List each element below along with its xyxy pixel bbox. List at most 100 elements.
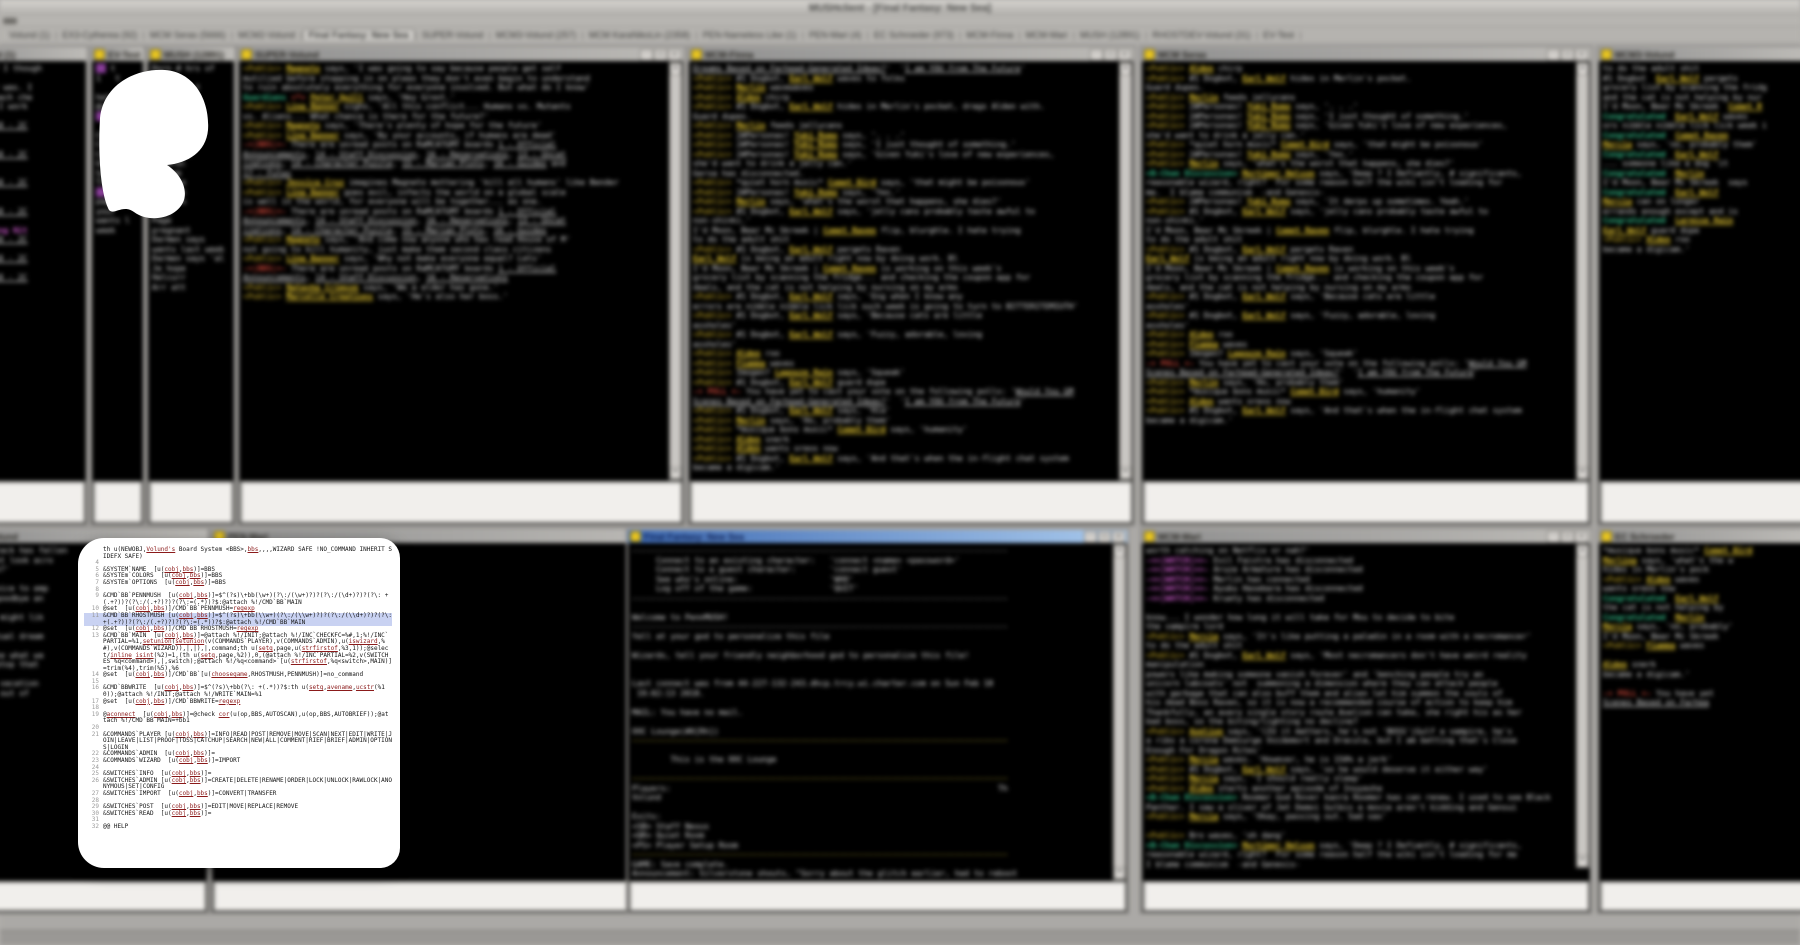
command-input[interactable]	[690, 481, 1132, 523]
scroll-up-icon[interactable]: ▲	[1577, 63, 1588, 75]
mdi-window-mcm-mari[interactable]: MCM-Mari - □ x worth catching on Netflix…	[1140, 528, 1592, 914]
command-input[interactable]	[1143, 881, 1589, 911]
command-input[interactable]	[1600, 881, 1800, 911]
window-titlebar[interactable]: Final Fantasy: New Sea - □ x	[628, 530, 1127, 543]
close-button[interactable]: x	[1575, 531, 1588, 543]
vertical-scrollbar[interactable]: ▲ ▼	[669, 62, 682, 480]
world-tab-2[interactable]: MCM Seras (5666)	[145, 30, 231, 40]
code-link[interactable]: bbs	[154, 671, 165, 678]
code-link[interactable]: bbs	[248, 546, 259, 553]
app-title-bar[interactable]: MUSHclient - [Final Fantasy: New Sea]	[0, 0, 1800, 16]
window-titlebar[interactable]: SUPER-Volund - □ x	[239, 48, 683, 61]
world-tab-1[interactable]: EX3-Cytherea (92)	[57, 30, 142, 40]
code-link[interactable]: bbs	[154, 698, 165, 705]
window-titlebar[interactable]: MCM3-Volund	[1599, 48, 1800, 61]
scroll-down-icon[interactable]: ▼	[1120, 467, 1131, 479]
code-link[interactable]: avename	[327, 684, 352, 691]
vertical-scrollbar[interactable]: ▲ ▼	[1113, 544, 1126, 880]
terminal-output[interactable]: to do the adult shit#1 Dogbot Earl Wolf …	[1600, 62, 1800, 480]
world-tab-0[interactable]: Volund (1)	[4, 30, 55, 40]
code-link[interactable]: regexp	[219, 698, 241, 705]
world-tab-10[interactable]: EC Schroeder (973)	[869, 30, 959, 40]
world-tab-7[interactable]: MCM KaraNikoLin (2358)	[584, 30, 696, 40]
maximize-button[interactable]: □	[1561, 531, 1574, 543]
scroll-down-icon[interactable]: ▼	[1114, 867, 1125, 879]
mdi-window-l[interactable]: EC Schroeder *musique bons music* Comet …	[1597, 528, 1800, 914]
code-link[interactable]: setq	[309, 684, 323, 691]
minimize-button[interactable]: -	[1547, 49, 1560, 61]
minimize-button[interactable]: -	[640, 49, 653, 61]
code-link[interactable]: cobj	[175, 579, 189, 586]
code-link[interactable]: cobj	[136, 671, 150, 678]
code-link[interactable]: bbs	[190, 777, 201, 784]
code-link[interactable]: cobj	[172, 777, 186, 784]
world-tab-3[interactable]: MCM2-Volund	[233, 30, 300, 40]
close-button[interactable]: x	[668, 49, 681, 61]
command-input[interactable]	[629, 881, 1126, 911]
world-tab-6[interactable]: MCM3-Volund (257)	[491, 30, 582, 40]
terminal-output[interactable]: Dreams Based on Farhead-Generated Ideas?…	[690, 62, 1120, 480]
window-titlebar[interactable]: MCM-Mari - □ x	[1142, 530, 1590, 543]
mdi-window-final-fantasy[interactable]: Final Fantasy: New Sea - □ x -----------…	[626, 528, 1129, 914]
command-input[interactable]	[1600, 481, 1800, 523]
command-input[interactable]	[149, 481, 233, 523]
maximize-button[interactable]: □	[1561, 49, 1574, 61]
code-link[interactable]: cobj	[179, 790, 193, 797]
world-tab-14[interactable]: RHOSTDEV-Volund (31)	[1147, 30, 1256, 40]
scroll-up-icon[interactable]: ▲	[670, 63, 681, 75]
scroll-up-icon[interactable]: ▲	[1577, 545, 1588, 557]
terminal-output[interactable]: <Public> Magneto says, 'I was going to s…	[240, 62, 670, 480]
command-input[interactable]	[213, 881, 682, 911]
mdi-window-super-volund[interactable]: SUPER-Volund - □ x <Public> Magneto says…	[237, 46, 685, 526]
close-button[interactable]: x	[1575, 49, 1588, 61]
terminal-output[interactable]: worth catching on Netflix or nah?'-<<|WA…	[1143, 544, 1577, 868]
minimize-button[interactable]: -	[1090, 49, 1103, 61]
maximize-button[interactable]: □	[1098, 531, 1111, 543]
world-tab-8[interactable]: PEN-Nameless Like (1)	[698, 30, 802, 40]
command-input[interactable]	[0, 481, 85, 523]
code-link[interactable]: Volund's	[146, 546, 175, 553]
command-input[interactable]	[240, 481, 682, 523]
terminal-output[interactable]: *musique bons music* Comet BirdMerlina s…	[1600, 544, 1800, 868]
world-tab-11[interactable]: MCM-Finna	[961, 30, 1018, 40]
vertical-scrollbar[interactable]: ▲ ▼	[1576, 62, 1589, 480]
terminal-output[interactable]: <Public> Alden chirp<Public> #1 Dogbot, …	[1143, 62, 1577, 480]
code-link[interactable]: cobj	[179, 757, 193, 764]
mdi-window-g[interactable]: MCM3-Volund to do the adult shit#1 Dogbo…	[1597, 46, 1800, 526]
minimize-button[interactable]: -	[1547, 531, 1560, 543]
world-tab-bar[interactable]: Volund (1)|EX3-Cytherea (92)|MCM Seras (…	[0, 27, 1800, 43]
maximize-button[interactable]: □	[654, 49, 667, 61]
code-link[interactable]: bbs	[197, 790, 208, 797]
code-link[interactable]: strfirstof	[291, 658, 327, 665]
terminal-output[interactable]: ----------------------------------------…	[629, 544, 1114, 880]
world-tab-12[interactable]: MCM-Mari	[1021, 30, 1073, 40]
scroll-down-icon[interactable]: ▼	[1577, 855, 1588, 867]
vertical-scrollbar[interactable]: ▲ ▼	[1576, 544, 1589, 868]
scroll-down-icon[interactable]: ▼	[1577, 467, 1588, 479]
code-link[interactable]: cobj	[172, 810, 186, 817]
window-titlebar[interactable]: MCM-Finna - □ x	[689, 48, 1133, 61]
vertical-scrollbar[interactable]: ▲ ▼	[1119, 62, 1132, 480]
window-titlebar[interactable]: EC Schroeder	[1599, 530, 1800, 543]
scroll-down-icon[interactable]: ▼	[670, 467, 681, 479]
code-link[interactable]: bbs	[193, 579, 204, 586]
code-link[interactable]: ucstr	[356, 684, 374, 691]
world-tab-13[interactable]: MUSH (12891)	[1075, 30, 1145, 40]
world-tab-5[interactable]: SUPER-Volund	[417, 30, 489, 40]
code-link[interactable]: bbs	[197, 757, 208, 764]
menu-bar[interactable]	[0, 16, 1800, 27]
world-tab-4[interactable]: Final Fantasy: New Sea	[303, 29, 415, 40]
close-button[interactable]: x	[1118, 49, 1131, 61]
code-link[interactable]: cor	[219, 711, 230, 718]
scroll-up-icon[interactable]: ▲	[1120, 63, 1131, 75]
world-tab-9[interactable]: PEN-Mari (4)	[804, 30, 867, 40]
mdi-window-mcm-seras[interactable]: MCM Seras - □ x <Public> Alden chirp<Pub…	[1140, 46, 1592, 526]
code-link[interactable]: cobj	[136, 698, 150, 705]
window-titlebar[interactable]: MCM Seras - □ x	[1142, 48, 1590, 61]
command-input[interactable]	[0, 881, 206, 911]
code-link[interactable]: bbs	[190, 810, 201, 817]
command-input[interactable]	[93, 481, 142, 523]
scroll-up-icon[interactable]: ▲	[1114, 545, 1125, 557]
maximize-button[interactable]: □	[1104, 49, 1117, 61]
minimize-button[interactable]: -	[1084, 531, 1097, 543]
